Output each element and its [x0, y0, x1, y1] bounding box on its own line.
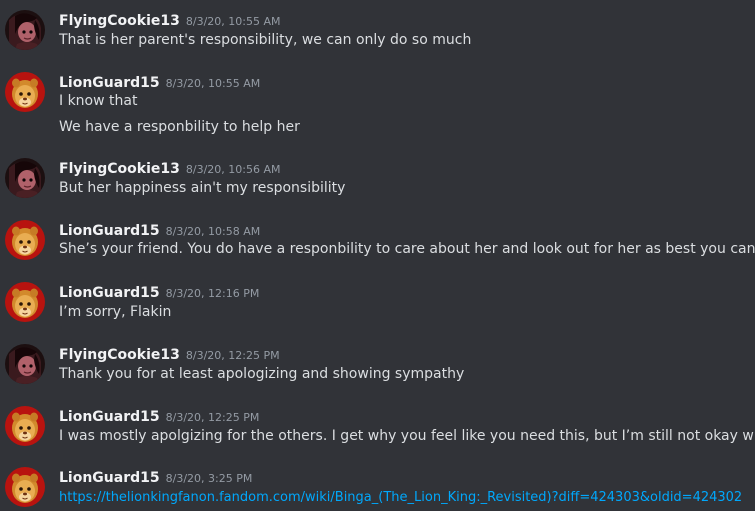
message-text: I know that: [59, 93, 138, 109]
timestamp: 8/3/20, 10:55 AM: [165, 77, 261, 90]
lionguard-avatar[interactable]: [5, 406, 45, 446]
username[interactable]: LionGuard15: [59, 75, 160, 91]
username[interactable]: FlyingCookie13: [59, 161, 180, 177]
message-header: LionGuard15 8/3/20, 10:55 AM: [59, 72, 260, 92]
username[interactable]: LionGuard15: [59, 223, 160, 239]
message-link[interactable]: https://thelionkingfanon.fandom.com/wiki…: [59, 490, 742, 505]
message-text: I was mostly apolgizing for the others. …: [59, 428, 755, 444]
lionguard-avatar[interactable]: [5, 72, 45, 112]
message-text: We have a responbility to help her: [59, 119, 300, 135]
flyingcookie-avatar[interactable]: [5, 158, 45, 198]
timestamp: 8/3/20, 10:55 AM: [185, 15, 281, 28]
username[interactable]: LionGuard15: [59, 285, 160, 301]
timestamp: 8/3/20, 10:58 AM: [165, 225, 261, 238]
lionguard-avatar[interactable]: [5, 282, 45, 322]
flyingcookie-avatar[interactable]: [5, 10, 45, 50]
timestamp: 8/3/20, 12:25 PM: [165, 411, 260, 424]
message-header: LionGuard15 8/3/20, 12:25 PM: [59, 406, 259, 426]
username[interactable]: LionGuard15: [59, 409, 160, 425]
message-header: LionGuard15 8/3/20, 10:58 AM: [59, 220, 260, 240]
message-header: FlyingCookie13 8/3/20, 10:55 AM: [59, 10, 281, 30]
message-header: FlyingCookie13 8/3/20, 12:25 PM: [59, 344, 280, 364]
message-text: That is her parent's responsibility, we …: [59, 32, 472, 48]
username[interactable]: LionGuard15: [59, 470, 160, 486]
chat-message-list: FlyingCookie13 8/3/20, 10:55 AM That is h…: [0, 0, 755, 511]
timestamp: 8/3/20, 12:16 PM: [165, 287, 260, 300]
message-header: LionGuard15 8/3/20, 12:16 PM: [59, 282, 259, 302]
message-header: LionGuard15 8/3/20, 3:25 PM: [59, 467, 252, 487]
message-text: She’s your friend. You do have a responb…: [59, 241, 755, 257]
flyingcookie-avatar[interactable]: [5, 344, 45, 384]
lionguard-avatar[interactable]: [5, 220, 45, 260]
lionguard-avatar[interactable]: [5, 467, 45, 507]
username[interactable]: FlyingCookie13: [59, 13, 180, 29]
message-text: But her happiness ain't my responsibilit…: [59, 180, 346, 196]
timestamp: 8/3/20, 12:25 PM: [185, 349, 280, 362]
timestamp: 8/3/20, 3:25 PM: [165, 472, 253, 485]
message-text: Thank you for at least apologizing and s…: [59, 366, 465, 382]
message-text: https://thelionkingfanon.fandom.com/wiki…: [59, 487, 742, 507]
message-header: FlyingCookie13 8/3/20, 10:56 AM: [59, 158, 281, 178]
username[interactable]: FlyingCookie13: [59, 347, 180, 363]
timestamp: 8/3/20, 10:56 AM: [185, 163, 281, 176]
message-text: I’m sorry, Flakin: [59, 304, 172, 320]
